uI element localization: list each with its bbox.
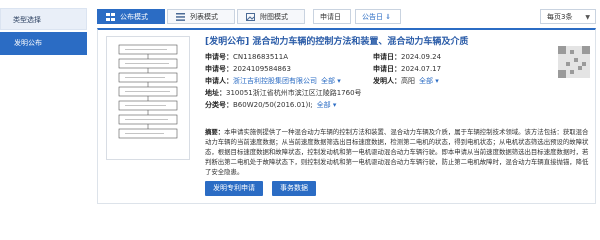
per-page-value: 每页3条 (547, 13, 573, 21)
classification-row: 分类号：B60W20/50(2016.01)I; 全部 ▾ (205, 100, 336, 110)
publication-number-value: 2024109584863 (233, 65, 291, 73)
applicant-link[interactable]: 浙江吉利控股集团有限公司 (233, 77, 317, 85)
address-value: 310051浙江省杭州市滨江区江陵路1760号 (226, 89, 362, 97)
application-number-label: 申请号： (205, 53, 233, 61)
abstract-label: 摘要： (205, 128, 225, 136)
applicant-label: 申请人： (205, 77, 233, 85)
flowchart-image (118, 44, 178, 139)
sidebar: 类型选择 发明公布 (0, 8, 87, 55)
publication-date-row: 申请日：2024.07.17 (373, 64, 441, 74)
qr-code-icon (558, 46, 590, 78)
classification-label: 分类号： (205, 101, 233, 109)
application-date-row: 申请日：2024.09.24 (373, 52, 441, 62)
view-mode-image-button[interactable]: 附图模式 (237, 9, 305, 24)
application-date-label: 申请日： (373, 53, 401, 61)
list-icon (176, 13, 185, 21)
grid-icon (106, 13, 115, 21)
inventor-row: 发明人：高阳 全部 ▾ (373, 76, 439, 86)
publication-number-label: 申请号： (205, 65, 233, 73)
view-mode-publication-button[interactable]: 公布模式 (97, 9, 165, 24)
patent-application-button[interactable]: 发明专利申请 (205, 181, 263, 196)
toolbar: 公布模式 列表模式 附图模式 申请日 ↕ 公告日 ⇓ 每页3条 ▼ (97, 6, 596, 36)
applicant-show-all-toggle[interactable]: 全部 ▾ (321, 77, 341, 85)
abstract-text: 本申请实施例提供了一种混合动力车辆的控制方法和装置、混合动力车辆及介质，属于车辆… (205, 128, 589, 176)
patent-drawing-thumbnail[interactable] (106, 36, 190, 160)
inventor-show-all-toggle[interactable]: 全部 ▾ (419, 77, 439, 85)
address-label: 地址： (205, 89, 226, 97)
sidebar-item-invention-publication[interactable]: 发明公布 (0, 32, 87, 55)
view-mode-list-label: 列表模式 (190, 13, 218, 21)
sidebar-title: 类型选择 (0, 8, 87, 30)
publication-date-value: 2024.07.17 (401, 65, 442, 73)
classification-show-all-toggle[interactable]: 全部 ▾ (317, 101, 337, 109)
abstract: 摘要：本申请实施例提供了一种混合动力车辆的控制方法和装置、混合动力车辆及介质，属… (205, 127, 591, 177)
result-card: [发明公布] 混合动力车辆的控制方法和装置、混合动力车辆及介质 申请号：CN11… (97, 28, 596, 204)
applicant-row: 申请人：浙江吉利控股集团有限公司 全部 ▾ (205, 76, 341, 86)
classification-value: B60W20/50(2016.01)I; (233, 101, 313, 109)
address-row: 地址：310051浙江省杭州市滨江区江陵路1760号 (205, 88, 362, 98)
inventor-value: 高阳 (401, 77, 415, 85)
sort-down-icon: ⇓ (385, 13, 392, 21)
sort-publication-date-label: 公告日 (362, 13, 383, 21)
qr-code-image (558, 46, 590, 78)
result-title[interactable]: [发明公布] 混合动力车辆的控制方法和装置、混合动力车辆及介质 (205, 34, 468, 47)
chevron-down-icon: ▼ (585, 14, 590, 21)
sort-application-date-button[interactable]: 申请日 ↕ (313, 9, 351, 36)
view-mode-list-button[interactable]: 列表模式 (167, 9, 235, 24)
application-number-row: 申请号：CN118683511A (205, 52, 288, 62)
publication-number-row: 申请号：2024109584863 (205, 64, 291, 74)
sort-publication-date-button[interactable]: 公告日 ⇓ (355, 9, 401, 24)
legal-status-button[interactable]: 事务数据 (272, 181, 316, 196)
view-mode-image-label: 附图模式 (260, 13, 288, 21)
image-icon (246, 13, 255, 21)
sort-application-date-label: 申请日 (320, 13, 341, 21)
application-date-value: 2024.09.24 (401, 53, 442, 61)
view-mode-publication-label: 公布模式 (120, 13, 148, 21)
per-page-select[interactable]: 每页3条 ▼ (540, 9, 596, 24)
publication-date-label: 申请日： (373, 65, 401, 73)
inventor-label: 发明人： (373, 77, 401, 85)
application-number-value: CN118683511A (233, 53, 288, 61)
